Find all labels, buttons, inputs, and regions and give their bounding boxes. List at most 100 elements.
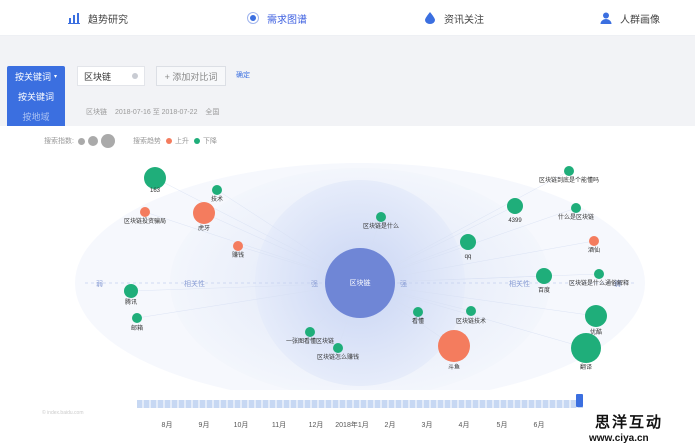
bubble-down[interactable] <box>571 333 601 363</box>
drop-icon <box>424 12 436 24</box>
keyword-mode-menu: 按关键词 按地域 <box>7 86 65 126</box>
size-small-dot <box>77 137 85 145</box>
menu-item-by-region[interactable]: 按地域 <box>7 106 65 126</box>
timeline-month-label: 2月 <box>384 422 396 429</box>
timeline-month-label: 11月 <box>271 422 287 429</box>
tab-trend-research[interactable]: 趋势研究 <box>68 0 128 36</box>
bubble-down[interactable] <box>585 305 607 327</box>
bubble-down[interactable] <box>466 306 476 316</box>
legend-down-label: 下降 <box>202 138 217 145</box>
confirm-button[interactable]: 确定 <box>236 70 250 80</box>
meta-keyword: 区块链 <box>86 109 107 116</box>
keyword-mode-dropdown[interactable]: 按关键词 ▾ <box>7 66 65 86</box>
bubble-label: 区块链是什么通俗解释 <box>569 279 629 287</box>
bubble-down[interactable] <box>594 269 604 279</box>
tab-label: 需求图谱 <box>267 14 307 26</box>
bubble-up[interactable] <box>233 241 243 251</box>
tab-news-attention[interactable]: 资讯关注 <box>424 0 484 36</box>
query-meta: 区块链 2018-07-16 至 2018-07-22 全国 <box>86 107 225 117</box>
bubble-label: 区块链是什么 <box>363 222 399 230</box>
bubble-down[interactable] <box>305 327 315 337</box>
bubble-down[interactable] <box>212 185 222 195</box>
user-icon <box>600 12 612 24</box>
bubble-label: 一张图看懂区块链 <box>286 337 334 345</box>
timeline-month-label: 4月 <box>458 422 470 429</box>
bubble-down[interactable] <box>376 212 386 222</box>
bubble-down[interactable] <box>413 307 423 317</box>
timeline-track[interactable] <box>137 400 583 408</box>
bubble-down[interactable] <box>460 234 476 250</box>
tab-label: 资讯关注 <box>444 14 484 26</box>
axis-label-rel-left: 相关性 <box>184 279 205 288</box>
bubble-label: 腾讯 <box>125 298 137 306</box>
meta-region: 全国 <box>205 109 220 116</box>
bubble-down[interactable] <box>333 343 343 353</box>
add-compare-button[interactable]: + 添加对比词 <box>156 66 226 86</box>
bubble-label: 区块链投资骗局 <box>124 217 166 225</box>
timeline-month-label: 3月 <box>421 422 433 429</box>
timeline-month-label: 8月 <box>161 422 173 429</box>
bubble-down[interactable] <box>144 167 166 189</box>
axis-label-strong-left: 强 <box>311 280 318 288</box>
axis-label-weak-left: 弱 <box>96 280 103 288</box>
bubble-up[interactable] <box>193 202 215 224</box>
menu-item-by-keyword[interactable]: 按关键词 <box>7 86 65 106</box>
bubble-up[interactable] <box>140 207 150 217</box>
bubble-down[interactable] <box>507 198 523 214</box>
bubble-up[interactable] <box>438 330 470 362</box>
demand-graph-chart: 弱 相关性 强 强 相关性 弱 区块链 163技术区块链投资骗局虎牙赚钱腾讯邮箱… <box>75 163 645 390</box>
brand-watermark: 思洋互动 www.ciya.cn <box>585 409 695 447</box>
bubble-label: 看懂 <box>412 317 424 325</box>
bubble-down[interactable] <box>124 284 138 298</box>
bubble-label: 邮箱 <box>131 324 143 332</box>
brand-name: 思洋互动 <box>595 413 664 431</box>
trend-up-dot <box>165 138 172 144</box>
bubble-label: 区块链到底是个能懂吗 <box>539 176 599 184</box>
bubble-label: 区块链怎么赚钱 <box>317 353 359 361</box>
legend-trend-label: 搜索趋势 <box>132 138 161 145</box>
bubble-down[interactable] <box>564 166 574 176</box>
timeline-month-label: 5月 <box>496 422 508 429</box>
bubble-label: qq <box>465 254 472 260</box>
clear-icon[interactable] <box>132 73 138 79</box>
timeline-stripes <box>137 400 583 408</box>
bubble-label: 翻译 <box>580 363 592 371</box>
timeline-month-label: 6月 <box>533 422 545 429</box>
keyword-value: 区块链 <box>84 71 112 82</box>
top-nav: 趋势研究 需求图谱 资讯关注 人群画像 <box>0 0 695 36</box>
timeline-month-label: 12月 <box>308 422 324 429</box>
chart-legend: 搜索指数: 搜索趋势 上升 下降 <box>44 134 217 148</box>
caret-down-icon: ▾ <box>54 73 58 80</box>
center-label: 区块链 <box>350 278 371 287</box>
bubble-up[interactable] <box>589 236 599 246</box>
trend-down-dot <box>193 138 200 144</box>
size-medium-dot <box>87 136 98 146</box>
tab-crowd-portrait[interactable]: 人群画像 <box>600 0 660 36</box>
bubble-label: 4399 <box>508 218 522 224</box>
bubble-label: 区块链技术 <box>456 317 486 325</box>
tab-label: 人群画像 <box>620 14 660 26</box>
bubble-label: 技术 <box>211 195 223 203</box>
bubble-label: 斗鱼 <box>448 363 460 371</box>
timeline-handle[interactable] <box>576 394 583 407</box>
tab-label: 趋势研究 <box>88 14 128 26</box>
legend-index-label: 搜索指数: <box>44 138 74 145</box>
bubble-label: 百度 <box>538 286 550 294</box>
bubble-label: 什么是区块链 <box>558 213 594 221</box>
tab-demand-graph[interactable]: 需求图谱 <box>247 0 307 36</box>
source-watermark: © index.baidu.com <box>42 410 84 416</box>
bubble-label: 虎牙 <box>198 224 210 232</box>
bar-chart-icon <box>68 12 80 24</box>
bubble-label: 酒仙 <box>588 246 600 254</box>
graph-icon <box>247 12 259 24</box>
timeline-month-label: 2018年1月 <box>335 422 369 429</box>
bubble-down[interactable] <box>571 203 581 213</box>
meta-date-range: 2018-07-16 至 2018-07-22 <box>114 109 198 116</box>
bubble-down[interactable] <box>132 313 142 323</box>
timeline-month-label: 9月 <box>198 422 210 429</box>
axis-label-rel-right: 相关性 <box>509 279 530 288</box>
keyword-input[interactable]: 区块链 <box>77 66 145 86</box>
size-large-dot <box>100 134 115 148</box>
brand-url: www.ciya.cn <box>589 433 649 444</box>
bubble-down[interactable] <box>536 268 552 284</box>
